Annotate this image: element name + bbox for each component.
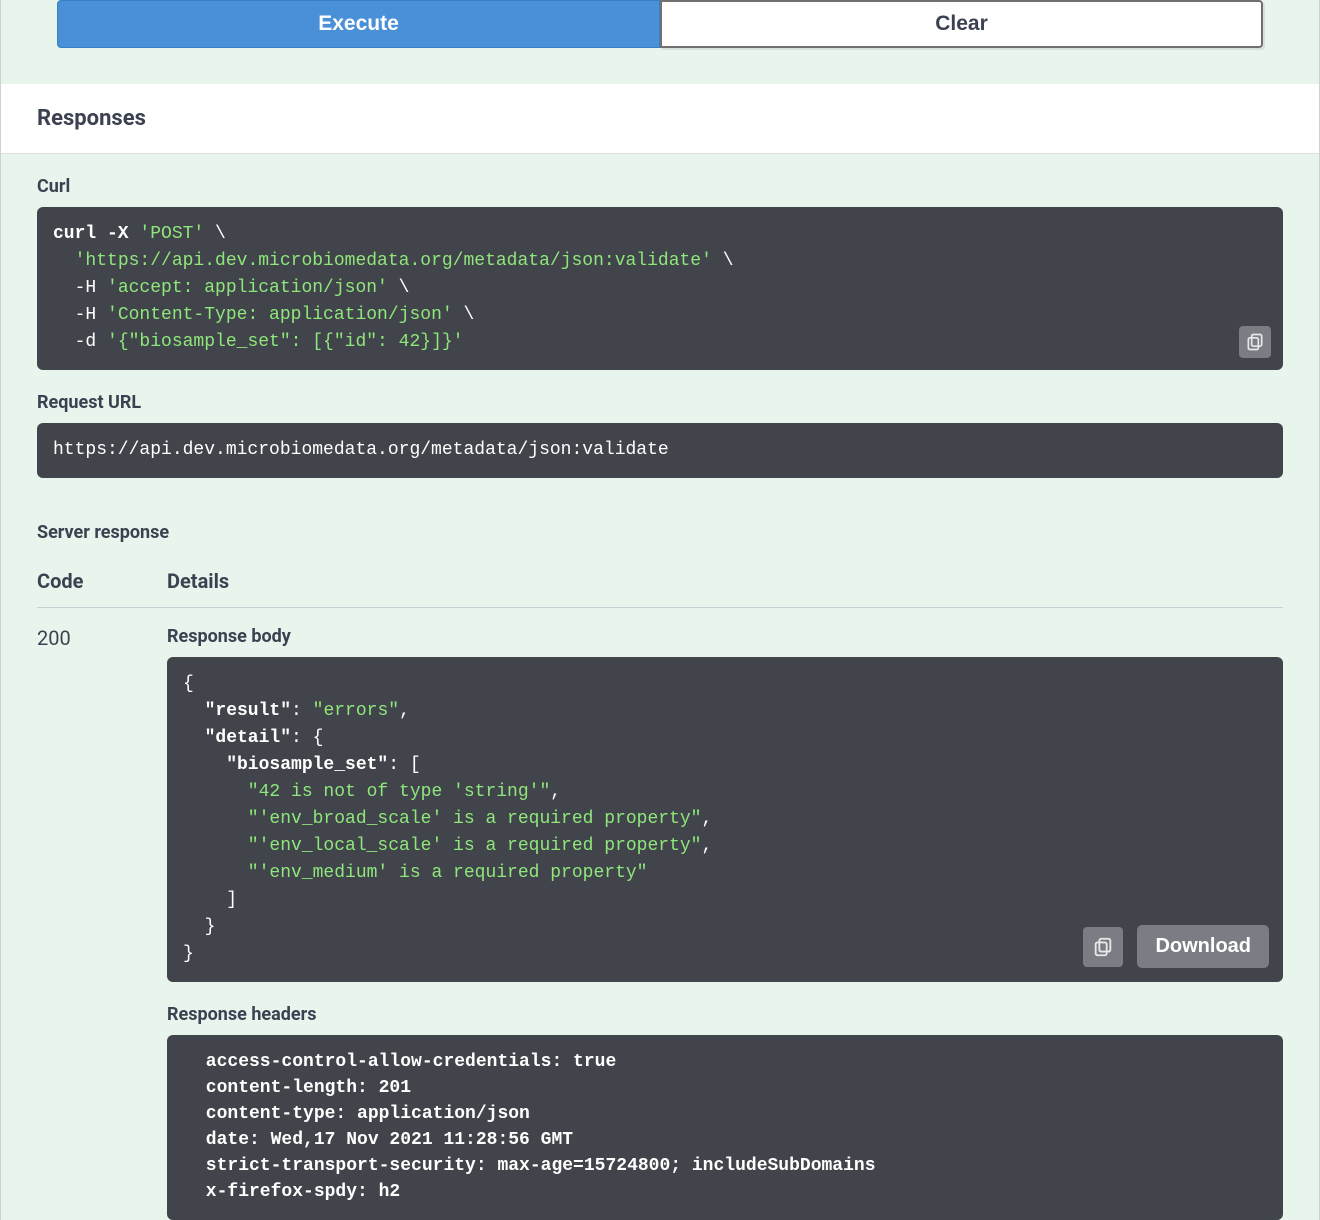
response-code: 200: [37, 608, 167, 1220]
curl-header-accept: 'accept: application/json': [107, 278, 388, 298]
request-url-label: Request URL: [37, 392, 1283, 413]
request-url-section: Request URL https://api.dev.microbiomeda…: [1, 370, 1319, 478]
response-details-cell: Response body { "result": "errors", "det…: [167, 608, 1283, 1220]
download-button[interactable]: Download: [1137, 925, 1269, 968]
curl-method: 'POST': [139, 224, 204, 244]
copy-curl-icon[interactable]: [1239, 326, 1271, 358]
responses-header-bar: Responses: [1, 84, 1319, 154]
curl-section: Curl curl -X 'POST' \ 'https://api.dev.m…: [1, 154, 1319, 370]
details-column-header: Details: [167, 559, 1283, 608]
error-msg-1: "42 is not of type 'string'": [183, 782, 550, 802]
curl-cmd: curl -X: [53, 224, 139, 244]
response-table-header-row: Code Details: [37, 559, 1283, 608]
response-body-label: Response body: [167, 626, 1283, 647]
curl-label: Curl: [37, 176, 1283, 197]
clear-button[interactable]: Clear: [660, 0, 1263, 48]
curl-url: 'https://api.dev.microbiomedata.org/meta…: [75, 251, 712, 271]
curl-code-block: curl -X 'POST' \ 'https://api.dev.microb…: [37, 207, 1283, 370]
server-response-label: Server response: [37, 522, 1283, 543]
curl-data: '{"biosample_set": [{"id": 42}]}': [107, 332, 463, 352]
response-headers-label: Response headers: [167, 1004, 1283, 1025]
code-column-header: Code: [37, 559, 167, 608]
response-headers-block: access-control-allow-credentials: true c…: [167, 1035, 1283, 1220]
execute-button[interactable]: Execute: [57, 0, 660, 48]
error-msg-4: "'env_medium' is a required property": [183, 863, 647, 883]
request-url-block: https://api.dev.microbiomedata.org/metad…: [37, 423, 1283, 478]
error-msg-3: "'env_local_scale' is a required propert…: [183, 836, 701, 856]
response-body-actions: Download: [1083, 925, 1269, 968]
response-table: Code Details 200 Response body { "result…: [37, 559, 1283, 1220]
copy-response-icon[interactable]: [1083, 927, 1123, 967]
response-body-block: { "result": "errors", "detail": { "biosa…: [167, 657, 1283, 982]
curl-header-content-type: 'Content-Type: application/json': [107, 305, 453, 325]
action-button-row: Execute Clear: [1, 0, 1319, 84]
responses-title: Responses: [37, 106, 1283, 131]
swagger-operation-panel: Execute Clear Responses Curl curl -X 'PO…: [0, 0, 1320, 1220]
server-response-section: Server response Code Details 200 Respons…: [1, 500, 1319, 1220]
response-row-200: 200 Response body { "result": "errors", …: [37, 608, 1283, 1220]
error-msg-2: "'env_broad_scale' is a required propert…: [183, 809, 701, 829]
